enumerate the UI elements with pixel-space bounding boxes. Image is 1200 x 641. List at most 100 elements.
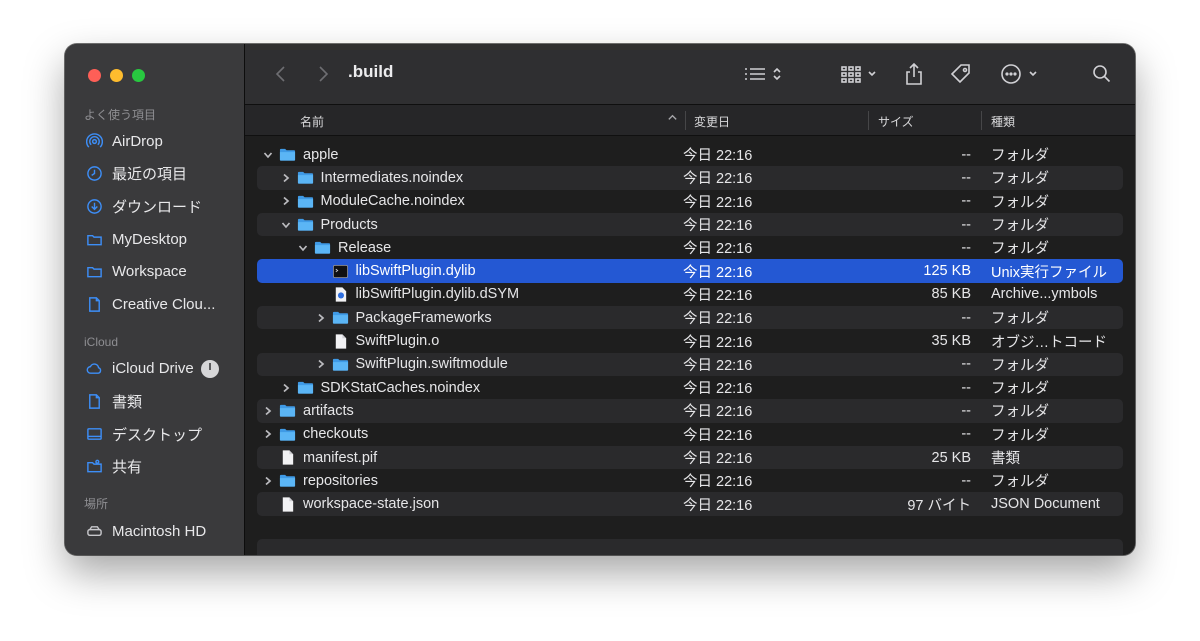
table-row[interactable]: PackageFrameworks 今日 22:16 -- フォルダ [257,306,1123,330]
sidebar-item-label: Creative Clou... [112,295,216,313]
view-options-button[interactable] [743,61,782,87]
file-date: 今日 22:16 [683,474,753,491]
file-size: -- [961,216,971,233]
sidebar-item-mydesktop[interactable]: MyDesktop [65,223,244,256]
file-kind: フォルダ [991,148,1049,165]
back-icon[interactable] [271,64,291,84]
search-button[interactable] [1091,61,1113,87]
table-row[interactable]: libSwiftPlugin.dylib.dSYM 今日 22:16 85 KB Ar… [257,283,1123,306]
folder-icon [332,357,356,372]
disclosure-open-icon[interactable] [297,242,309,254]
column-size[interactable]: サイズ [878,113,914,130]
sidebar-item-workspace[interactable]: Workspace [65,255,244,288]
file-kind: フォルダ [991,474,1049,491]
table-row[interactable]: SDKStatCaches.noindex 今日 22:16 -- フォルダ [257,376,1123,399]
sidebar-item-icloud-drive[interactable]: iCloud Drive [65,353,244,386]
table-row[interactable]: Products 今日 22:16 -- フォルダ [257,212,1123,237]
table-row[interactable]: workspace-state.json 今日 22:16 97 バイト JSON D… [257,492,1123,516]
file-date: 今日 22:16 [683,451,753,467]
sidebar-item-creative-cloud[interactable]: Creative Clou... [65,288,244,321]
file-kind: JSON Document [991,496,1100,513]
file-size: -- [961,193,971,210]
disclosure-open-icon[interactable] [280,219,292,231]
forward-icon[interactable] [313,64,333,84]
table-row[interactable]: Release 今日 22:16 -- フォルダ [257,236,1123,259]
disclosure-closed-icon[interactable] [262,475,274,487]
file-name: libSwiftPlugin.dylib.dSYM [355,286,520,303]
disclosure-closed-icon[interactable] [280,172,292,184]
desktop-icon [86,426,103,443]
sidebar-section-favorites: よく使う項目 [84,107,157,122]
sync-progress-icon [200,359,219,378]
table-row[interactable]: apple 今日 22:16 -- フォルダ [257,143,1123,166]
file-date: 今日 22:16 [683,218,753,235]
column-kind[interactable]: 種類 [991,113,1015,130]
group-button[interactable] [840,61,877,87]
file-date: 今日 22:16 [683,381,753,398]
document-icon [332,333,356,349]
file-size: -- [961,146,971,163]
navigation-buttons [271,64,333,84]
table-row[interactable]: repositories 今日 22:16 -- フォルダ [257,469,1123,492]
table-row[interactable]: SwiftPlugin.swiftmodule 今日 22:16 -- フォルダ [257,352,1123,376]
file-kind: フォルダ [991,218,1049,235]
column-separator[interactable] [868,111,869,130]
disclosure-closed-icon[interactable] [315,358,327,370]
minimize-button[interactable] [110,68,123,82]
tags-button[interactable] [949,61,973,87]
file-size: -- [961,356,971,373]
table-row[interactable]: manifest.pif 今日 22:16 25 KB 書類 [257,445,1123,470]
column-date[interactable]: 変更日 [694,113,730,130]
sidebar-item-macintosh-hd[interactable]: Macintosh HD [65,515,244,548]
sidebar-item-airdrop[interactable]: AirDrop [65,125,244,158]
column-separator[interactable] [981,111,982,130]
sidebar-item-recents[interactable]: 最近の項目 [65,158,244,191]
table-row[interactable]: artifacts 今日 22:16 -- フォルダ [257,399,1123,423]
search-icon [1093,65,1111,83]
table-row[interactable]: ModuleCache.noindex 今日 22:16 -- フォルダ [257,190,1123,213]
disclosure-closed-icon[interactable] [262,428,274,440]
table-row[interactable]: checkouts 今日 22:16 -- フォルダ [257,423,1123,446]
folder-icon [279,473,303,488]
chevron-down-icon [1029,71,1037,77]
sidebar-item-downloads[interactable]: ダウンロード [65,190,244,223]
share-button[interactable] [904,61,924,87]
table-row[interactable]: SwiftPlugin.o 今日 22:16 35 KB オブジ…トコード [257,329,1123,352]
disclosure-closed-icon[interactable] [280,195,292,207]
sort-ascending-icon[interactable] [667,112,678,126]
disclosure-closed-icon[interactable] [315,312,327,324]
sidebar-item-documents[interactable]: 書類 [65,385,244,418]
airdrop-icon [86,133,103,150]
sidebar: よく使う項目 AirDrop 最近の項目 ダウンロード MyDesktop Wo… [65,44,245,555]
row-name-cell: workspace-state.json [262,496,439,512]
folder-icon [279,427,303,442]
disclosure-closed-icon[interactable] [262,405,274,417]
row-name-cell: ModuleCache.noindex [280,193,465,209]
column-separator[interactable] [685,111,686,130]
sidebar-item-desktop[interactable]: デスクトップ [65,418,244,451]
file-kind: Unix実行ファイル [991,264,1108,281]
disclosure-closed-icon[interactable] [280,382,292,394]
sidebar-item-label: Macintosh HD [112,522,207,540]
file-name: Release [338,239,392,256]
zoom-button[interactable] [132,68,145,82]
folder-icon [332,310,356,325]
disclosure-open-icon[interactable] [262,149,274,161]
row-name-cell: SDKStatCaches.noindex [280,380,480,396]
close-button[interactable] [88,68,101,82]
chevron-down-icon [868,71,876,77]
file-date: 今日 22:16 [683,264,753,281]
column-name[interactable]: 名前 [300,113,324,130]
table-row-selected[interactable]: libSwiftPlugin.dylib 今日 22:16 125 KB Unix実行… [257,259,1123,283]
finder-window: よく使う項目 AirDrop 最近の項目 ダウンロード MyDesktop Wo… [65,44,1135,555]
file-size: -- [961,472,971,489]
file-kind: オブジ…トコード [991,334,1107,351]
action-button[interactable] [999,61,1038,87]
file-date: 今日 22:16 [683,287,753,304]
table-row[interactable]: Intermediates.noindex 今日 22:16 -- フォルダ [257,166,1123,190]
sidebar-item-shared[interactable]: 共有 [65,450,244,483]
file-date: 今日 22:16 [683,404,753,421]
